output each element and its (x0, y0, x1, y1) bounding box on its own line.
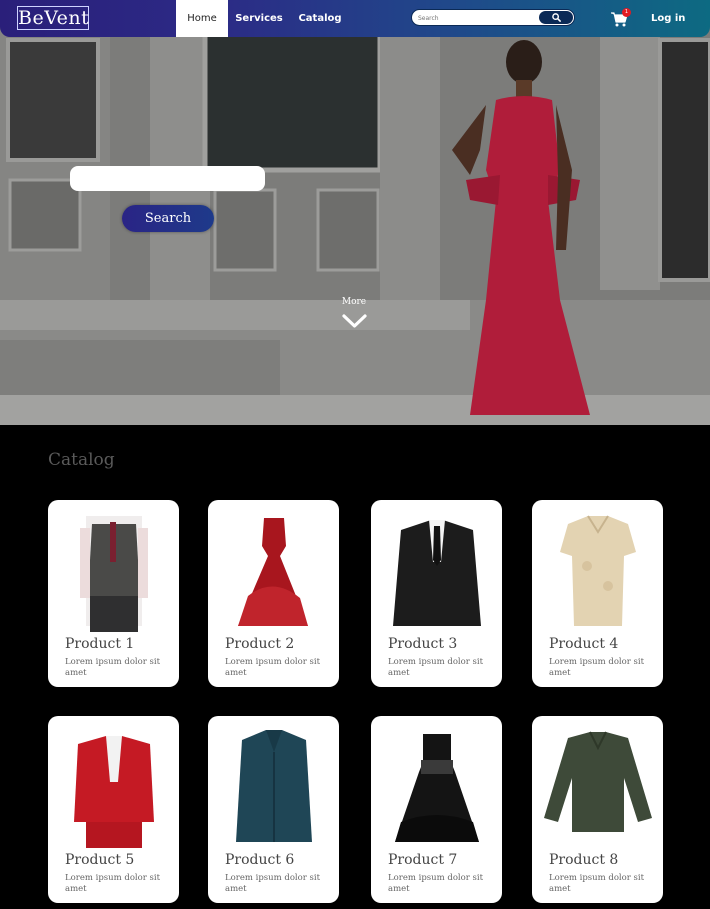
product-desc: Lorem ipsum dolor sit amet (388, 873, 484, 894)
product-card[interactable]: Product 6 Lorem ipsum dolor sit amet (208, 716, 339, 903)
product-desc: Lorem ipsum dolor sit amet (549, 657, 645, 678)
red-ball-gown-icon (238, 518, 308, 626)
product-title: Product 6 (225, 852, 295, 868)
product-card[interactable]: Product 1 Lorem ipsum dolor sit amet (48, 500, 179, 687)
nav-search-button[interactable] (539, 11, 573, 24)
login-link[interactable]: Log in (651, 0, 685, 37)
product-title: Product 4 (549, 636, 619, 652)
nav-search-box (411, 9, 575, 26)
nav-home[interactable]: Home (176, 0, 228, 37)
product-desc: Lorem ipsum dolor sit amet (225, 873, 321, 894)
black-suit-icon (393, 520, 481, 626)
hero-image (0, 0, 710, 425)
brand-logo[interactable]: BeVent (17, 6, 89, 30)
product-title: Product 1 (65, 636, 135, 652)
cart-count-badge: 1 (622, 8, 631, 17)
catalog-heading: Catalog (48, 450, 115, 470)
teal-coat-icon (236, 730, 312, 842)
product-title: Product 8 (549, 852, 619, 868)
top-navbar: BeVent Home Services Catalog 1 Log in (0, 0, 710, 37)
product-card[interactable]: Product 3 Lorem ipsum dolor sit amet (371, 500, 502, 687)
nav-services[interactable]: Services (233, 0, 285, 37)
product-desc: Lorem ipsum dolor sit amet (225, 657, 321, 678)
product-desc: Lorem ipsum dolor sit amet (549, 873, 645, 894)
product-title: Product 5 (65, 852, 135, 868)
black-dress-icon (395, 734, 479, 842)
product-title: Product 7 (388, 852, 458, 868)
more-label[interactable]: More (332, 297, 376, 307)
search-icon (551, 13, 561, 22)
product-card[interactable]: Product 7 Lorem ipsum dolor sit amet (371, 716, 502, 903)
product-desc: Lorem ipsum dolor sit amet (65, 657, 161, 678)
product-card[interactable]: Product 4 Lorem ipsum dolor sit amet (532, 500, 663, 687)
product-card[interactable]: Product 2 Lorem ipsum dolor sit amet (208, 500, 339, 687)
vest-suit-icon (80, 516, 148, 632)
product-desc: Lorem ipsum dolor sit amet (65, 873, 161, 894)
chevron-down-icon[interactable] (342, 313, 367, 329)
product-desc: Lorem ipsum dolor sit amet (388, 657, 484, 678)
red-blazer-icon (74, 736, 154, 848)
product-card[interactable]: Product 8 Lorem ipsum dolor sit amet (532, 716, 663, 903)
hero-banner: Search More (0, 0, 710, 425)
lace-blouse-icon (560, 515, 636, 626)
product-card[interactable]: Product 5 Lorem ipsum dolor sit amet (48, 716, 179, 903)
product-title: Product 2 (225, 636, 295, 652)
green-sweater-icon (544, 731, 652, 832)
nav-catalog[interactable]: Catalog (296, 0, 344, 37)
hero-search-button[interactable]: Search (122, 205, 214, 232)
nav-search-input[interactable] (418, 12, 538, 24)
product-title: Product 3 (388, 636, 458, 652)
hero-search-input[interactable] (70, 166, 265, 191)
